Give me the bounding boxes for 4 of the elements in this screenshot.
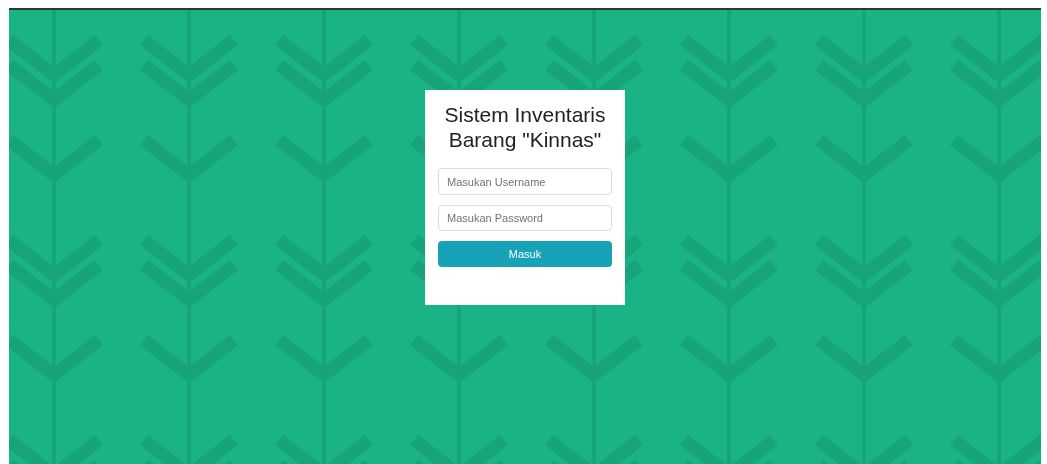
password-field[interactable]: Masukan Password <box>438 205 612 231</box>
username-field[interactable]: Masukan Username <box>438 168 612 195</box>
login-title: Sistem Inventaris Barang "Kinnas" <box>443 102 607 152</box>
submit-button[interactable]: Masuk <box>438 241 612 267</box>
